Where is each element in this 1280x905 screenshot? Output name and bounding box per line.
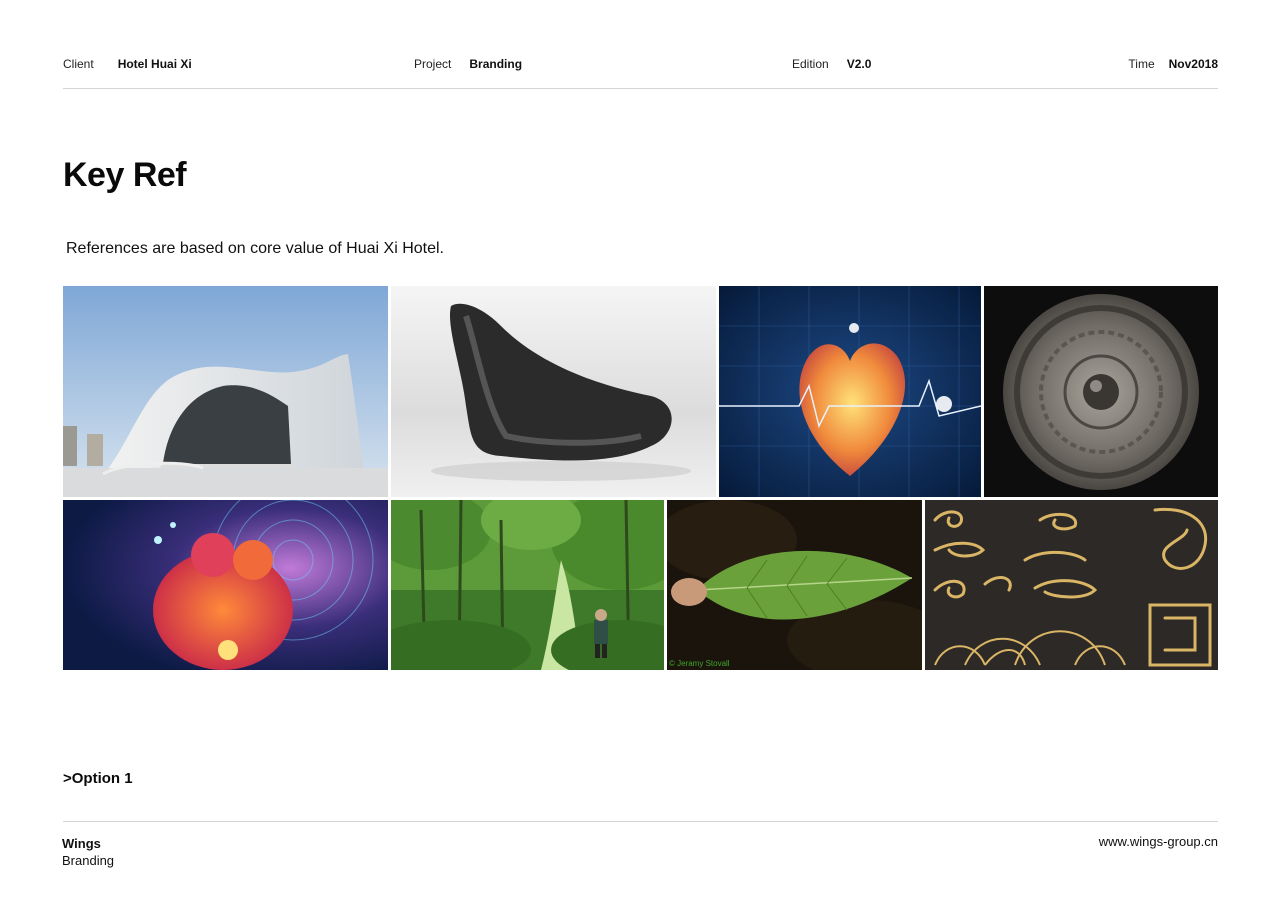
ref-image-building (63, 286, 388, 497)
footer-divider (63, 821, 1218, 822)
edition-label: Edition (792, 57, 829, 71)
ref-image-forest (391, 500, 664, 670)
header-project: Project Branding (414, 57, 522, 71)
project-value: Branding (469, 57, 523, 71)
footer-brand: Wings (62, 836, 101, 851)
time-value: Nov2018 (1168, 57, 1218, 71)
ref-image-chair (391, 286, 716, 497)
header-time: Time Nov2018 (1128, 57, 1218, 71)
project-label: Project (414, 57, 452, 71)
page-subtitle: References are based on core value of Hu… (66, 240, 444, 257)
time-label: Time (1128, 57, 1155, 71)
ref-image-leaf: © Jeramy Stovall (667, 500, 922, 670)
leaf-photo-caption: © Jeramy Stovall (669, 659, 730, 668)
footer-brand-sub: Branding (62, 853, 115, 868)
footer-website-link[interactable]: www.wings-group.cn (1099, 834, 1218, 849)
ref-image-psychedelic-art (63, 500, 388, 670)
option-label: >Option 1 (63, 770, 133, 787)
ref-image-heart (719, 286, 981, 497)
header-edition: Edition V2.0 (792, 57, 871, 71)
client-value: Hotel Huai Xi (117, 57, 192, 71)
header-divider (63, 88, 1218, 89)
edition-value: V2.0 (846, 57, 872, 71)
client-label: Client (63, 57, 94, 71)
ref-image-cloud-patterns (925, 500, 1218, 670)
header-client: Client Hotel Huai Xi (63, 57, 192, 71)
page-title: Key Ref (63, 156, 187, 194)
ref-image-bronze-mirror (984, 286, 1218, 497)
